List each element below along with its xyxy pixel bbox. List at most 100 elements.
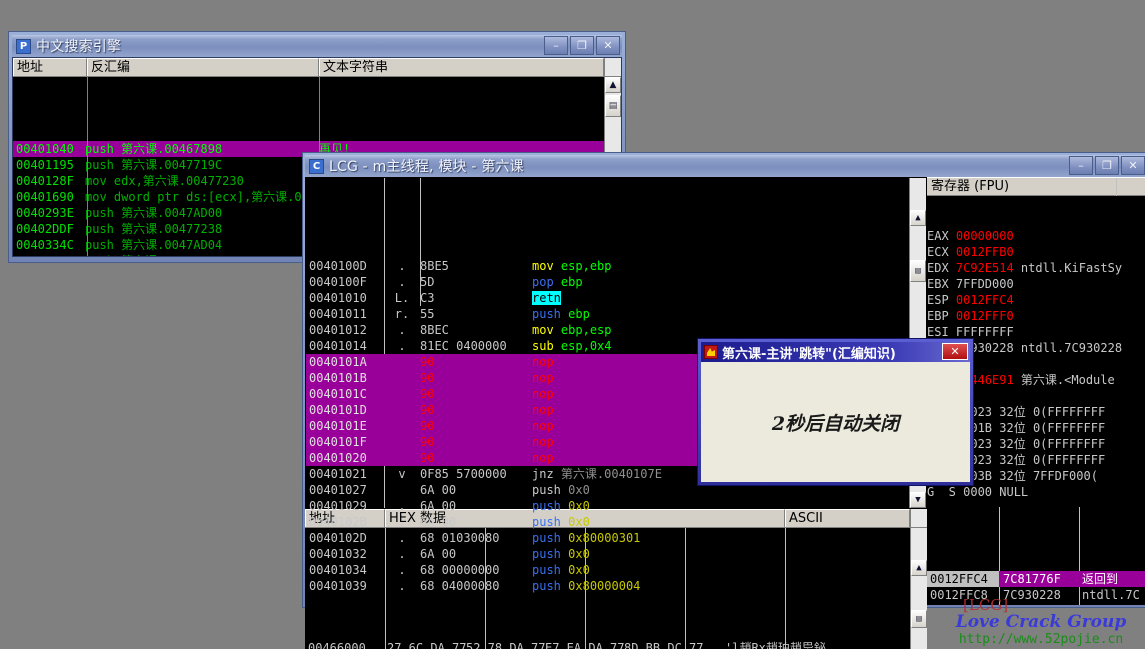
row-address: 00401020	[309, 451, 367, 465]
row-marker: .	[398, 563, 406, 577]
register-name: EDX	[927, 261, 956, 275]
register-row: EBP 0012FFF0	[927, 308, 1145, 324]
row-opcode-bytes: 81EC 0400000	[420, 339, 507, 353]
row-opcode-bytes: 90	[420, 451, 435, 465]
table-row[interactable]: 0012FFCCFFFFFFFF	[927, 603, 1145, 605]
minimize-button[interactable]: –	[544, 36, 568, 55]
instruction-mnemonic: sub	[532, 339, 554, 353]
row-address: 00401040	[16, 142, 74, 156]
row-opcode-bytes: 6A 00	[420, 515, 457, 529]
register-value: 7C92E514	[955, 261, 1014, 275]
instruction-mnemonic: nop	[532, 371, 554, 385]
row-instruction: push ebp	[530, 306, 926, 322]
warning-icon	[704, 345, 718, 359]
segment-row: G S 0000 NULL	[927, 484, 1145, 500]
instruction-operands: 0x0	[568, 499, 590, 513]
table-row[interactable]: 0040102B. 6A 00 push 0x0	[306, 514, 926, 530]
maximize-button[interactable]: ❐	[570, 36, 594, 55]
dump-scrollbar-thumb[interactable]: ▤	[911, 610, 927, 628]
registers-pane-header: 寄存器 (FPU)	[927, 177, 1145, 196]
segment-base: 0(FFFFFFFF	[1032, 421, 1106, 435]
message-box-dialog[interactable]: 第六课-主讲"跳转"(汇编知识) ✕ 2秒后自动关闭	[697, 338, 974, 486]
row-address: 00401012	[309, 323, 367, 337]
table-row[interactable]: 00401010 L. C3 retn	[306, 290, 926, 306]
register-name: EBX	[927, 277, 956, 291]
column-header-text-string[interactable]: 文本字符串	[319, 58, 604, 76]
instruction-mnemonic: push	[532, 499, 561, 513]
row-address: 0040293E	[16, 206, 74, 220]
table-row[interactable]: 0040100F. 5D pop ebp	[306, 274, 926, 290]
dump-ascii: 'l趙Rx趙珀趙岊鉍	[725, 641, 826, 649]
table-row[interactable]: 0040102D. 68 01030080 push 0x80000301	[306, 530, 926, 546]
table-row[interactable]: 00401011 r. 55 push ebp	[306, 306, 926, 322]
table-row[interactable]: 0012FFC4 7C81776F 返回到	[927, 571, 1145, 587]
debugger-app-icon: C	[309, 158, 324, 174]
register-value: 0012FFB0	[955, 245, 1014, 259]
row-address: 004039A5	[13, 253, 85, 256]
debugger-titlebar[interactable]: C LCG - m主线程, 模块 - 第六课 – ❐ ✕	[305, 155, 1145, 177]
message-box-close-button[interactable]: ✕	[942, 343, 968, 360]
row-address: 0040102B	[309, 515, 367, 529]
row-disassembly: push 第六课.0047719C	[85, 158, 223, 172]
table-row[interactable]: 00401039. 68 04000080 push 0x80000004	[306, 578, 926, 594]
dump-hex-group: 27 6C DA 77	[387, 641, 467, 649]
instruction-operands: 0x0	[568, 563, 590, 577]
row-instruction: push 0x0	[530, 546, 926, 562]
scrollbar-thumb[interactable]: ▤	[605, 95, 621, 117]
debugger-maximize-button[interactable]: ❐	[1095, 156, 1119, 175]
table-row[interactable]: 00401029. 6A 00 push 0x0	[306, 498, 926, 514]
register-spacer	[927, 500, 1145, 507]
row-marker: v	[398, 467, 406, 481]
row-marker: .	[398, 499, 406, 513]
debugger-minimize-button[interactable]: –	[1069, 156, 1093, 175]
row-address: 00401690	[16, 190, 74, 204]
instruction-mnemonic: retn	[532, 291, 561, 305]
instruction-operands: 第六课.0040107E	[560, 467, 662, 481]
segment-base: 0(FFFFFFFF	[1032, 437, 1106, 451]
table-row[interactable]: 00401034. 68 00000000 push 0x0	[306, 562, 926, 578]
message-box-frame: 第六课-主讲"跳转"(汇编知识) ✕ 2秒后自动关闭	[697, 338, 974, 486]
instruction-mnemonic: push	[532, 563, 561, 577]
searcher-titlebar[interactable]: P 中文搜索引擎 – ❐ ✕	[12, 35, 622, 57]
register-row: ECX 0012FFB0	[927, 244, 1145, 260]
debugger-close-button[interactable]: ✕	[1121, 156, 1145, 175]
row-opcode-bytes: 6A 00	[420, 547, 457, 561]
disasm-scroll-up-icon[interactable]: ▲	[910, 210, 926, 226]
table-row[interactable]: 0040100D. 8BE5 mov esp,ebp	[306, 258, 926, 274]
register-comment: ntdll.7C930228	[1013, 341, 1123, 355]
debugger-window-controls: – ❐ ✕	[1069, 156, 1145, 175]
instruction-mnemonic: nop	[532, 355, 554, 369]
row-opcode-bytes: 8BEC	[420, 323, 449, 337]
table-row[interactable]: 00401012. 8BEC mov ebp,esp	[306, 322, 926, 338]
table-row[interactable]: 00466000 27 6C DA 77 52 78 DA 77 E7 EA DA 7…	[305, 640, 927, 649]
scrollbar-grip-icon: ▤	[608, 101, 618, 111]
row-marker: .	[398, 531, 406, 545]
instruction-mnemonic: push	[532, 547, 561, 561]
desktop: P 中文搜索引擎 – ❐ ✕ 地址 反汇编 文本字符串 00401040 pus…	[0, 0, 1145, 649]
debugger-window-title: LCG - m主线程, 模块 - 第六课	[329, 159, 524, 175]
instruction-operands: ebp	[568, 307, 590, 321]
register-row: ESP 0012FFC4	[927, 292, 1145, 308]
column-header-address[interactable]: 地址	[13, 58, 87, 76]
instruction-operands: esp,ebp	[560, 259, 612, 273]
row-opcode-bytes: 90	[420, 435, 435, 449]
dump-hex-group: E7 EA DA 77	[545, 641, 625, 649]
row-address: 0040101F	[309, 435, 367, 449]
dump-address: 00466000	[308, 641, 366, 649]
row-address: 00401039	[309, 579, 367, 593]
row-address: 0040101A	[309, 355, 367, 369]
table-row[interactable]: 00401032. 6A 00 push 0x0	[306, 546, 926, 562]
row-marker: .	[398, 547, 406, 561]
segment-bits: 32位	[999, 437, 1033, 451]
row-opcode-bytes: 68 01030080	[420, 531, 500, 545]
instruction-mnemonic: push	[532, 531, 561, 545]
stack-pane[interactable]: 0012FFC4 7C81776F 返回到 0012FFC8 7C930228 ntdll…	[927, 507, 1145, 605]
row-opcode-bytes: 55	[420, 307, 435, 321]
row-address: 00402DDF	[16, 222, 74, 236]
column-header-disassembly[interactable]: 反汇编	[87, 58, 319, 76]
message-box-titlebar[interactable]: 第六课-主讲"跳转"(汇编知识) ✕	[701, 342, 970, 362]
row-marker: .	[398, 323, 406, 337]
scroll-up-icon[interactable]: ▲	[605, 77, 621, 93]
close-button[interactable]: ✕	[596, 36, 620, 55]
table-row[interactable]: 0012FFC8 7C930228 ntdll.7C	[927, 587, 1145, 603]
